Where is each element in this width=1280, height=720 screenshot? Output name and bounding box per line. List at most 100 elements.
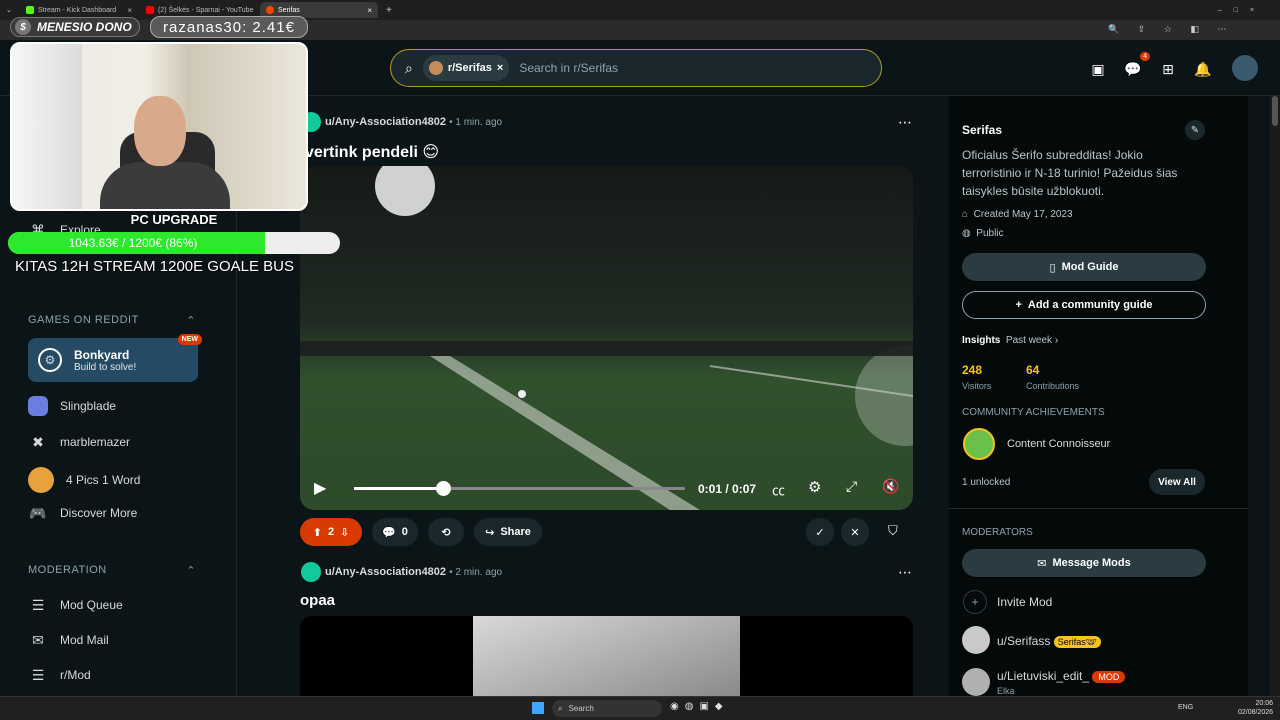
moderators-header: MODERATORS bbox=[962, 527, 1033, 538]
view-all-button[interactable]: View All bbox=[1149, 469, 1205, 495]
sidebar-item-label: Mod Queue bbox=[60, 598, 123, 612]
taskbar-search[interactable]: ⌕ Search bbox=[552, 700, 662, 717]
sidebar-item-rmod[interactable]: ☰ r/Mod bbox=[28, 665, 91, 685]
shield-icon[interactable]: ⛉ bbox=[888, 523, 898, 539]
play-button[interactable]: ▶ bbox=[314, 478, 326, 498]
notif-badge: 4 bbox=[1140, 52, 1150, 61]
edit-icon[interactable]: ✎ bbox=[1185, 120, 1205, 140]
mod-guide-button[interactable]: ▯ Mod Guide bbox=[962, 253, 1206, 281]
approve-button[interactable]: ✓ bbox=[806, 518, 834, 546]
settings-icon[interactable]: ⚙ bbox=[808, 478, 821, 496]
dollar-icon: $ bbox=[15, 19, 31, 35]
windows-start-icon[interactable] bbox=[532, 702, 544, 714]
vote-pill[interactable]: ⬆ 2 ⇩ bbox=[300, 518, 362, 546]
sidebar-item-marblemazer[interactable]: ✖ marblemazer bbox=[28, 432, 130, 452]
vote-count: 2 bbox=[327, 526, 335, 538]
gamepad-icon: 🎮 bbox=[29, 504, 47, 521]
add-guide-button[interactable]: + Add a community guide bbox=[962, 291, 1206, 319]
queue-icon: ☰ bbox=[31, 596, 45, 613]
taskbar-clock[interactable]: 20:06 02/08/2026 bbox=[1238, 699, 1273, 717]
fullscreen-icon[interactable]: ⤢ bbox=[846, 478, 857, 495]
downvote-icon[interactable]: ⇩ bbox=[340, 526, 349, 539]
close-icon[interactable]: × bbox=[127, 6, 132, 15]
overlay-label: MENESIO DONO bbox=[37, 20, 132, 34]
create-post-icon[interactable]: ⊞ bbox=[1157, 58, 1179, 80]
captions-icon[interactable]: ㏄ bbox=[772, 480, 785, 499]
close-icon[interactable]: × bbox=[367, 6, 372, 15]
post-author[interactable]: u/Any-Association4802 • 1 min. ago bbox=[325, 116, 502, 128]
contributions-count: 64 bbox=[1026, 363, 1040, 377]
visibility-label: Public bbox=[976, 228, 1004, 239]
post-title[interactable]: opaa bbox=[300, 592, 335, 609]
comments-button[interactable]: 💬 0 bbox=[372, 518, 418, 546]
search-icon: ⌕ bbox=[405, 59, 413, 76]
post-author[interactable]: u/Any-Association4802 • 2 min. ago bbox=[325, 566, 502, 578]
game-title: Bonkyard bbox=[74, 347, 130, 362]
plus-icon: + bbox=[1015, 299, 1022, 311]
invite-mod-button[interactable]: Invite Mod bbox=[997, 595, 1052, 609]
window-controls[interactable]: –□× bbox=[1218, 7, 1266, 14]
button-label: Mod Guide bbox=[1061, 261, 1119, 273]
upvote-icon[interactable]: ⬆ bbox=[313, 526, 322, 539]
share-label: Share bbox=[500, 526, 531, 538]
mod-row[interactable]: u/Lietuviski_edit_ MOD bbox=[997, 669, 1126, 683]
more-options-icon[interactable]: ⋯ bbox=[898, 564, 912, 581]
mod-avatar[interactable] bbox=[962, 626, 990, 654]
progress-fill bbox=[354, 487, 444, 490]
sidebar-item-mod-mail[interactable]: ✉ Mod Mail bbox=[28, 630, 109, 650]
close-icon[interactable]: × bbox=[257, 6, 258, 15]
mod-flair: MOD bbox=[1092, 671, 1126, 683]
chat-icon[interactable]: 💬 4 bbox=[1122, 52, 1150, 80]
mod-avatar[interactable] bbox=[962, 668, 990, 696]
progress-track[interactable] bbox=[354, 481, 685, 496]
message-mods-button[interactable]: ✉ Message Mods bbox=[962, 549, 1206, 577]
search-input[interactable]: Search in r/Serifas bbox=[519, 61, 618, 75]
post-title-text: vertink pendeli bbox=[305, 144, 418, 161]
mute-icon[interactable]: 🔇 bbox=[882, 478, 899, 495]
featured-game-bonkyard[interactable]: ⚙ Bonkyard Build to solve! NEW bbox=[28, 334, 202, 382]
subreddit-chip[interactable]: r/Serifas × bbox=[422, 55, 510, 81]
contributions-label: Contributions bbox=[1026, 381, 1080, 391]
tab-kick[interactable]: Stream - Kick Dashboard × bbox=[20, 2, 138, 18]
close-icon[interactable]: × bbox=[497, 62, 503, 74]
games-section-header[interactable]: GAMES ON REDDIT ⌃ bbox=[28, 314, 196, 327]
stream-ticker: KITAS 12H STREAM 1200E GOALE BUS bbox=[15, 258, 294, 275]
taskbar-apps[interactable]: ◉◍▣◆ bbox=[670, 701, 729, 712]
more-options-icon[interactable]: ⋯ bbox=[898, 114, 912, 131]
crosspost-button[interactable]: ⟲ bbox=[428, 518, 464, 546]
mod-row[interactable]: u/Serifass Serifas🤓 bbox=[997, 634, 1101, 648]
new-tab-button[interactable]: + bbox=[386, 5, 392, 16]
chevron-right-icon: › bbox=[1054, 335, 1059, 346]
webcam-overlay bbox=[10, 42, 308, 211]
share-button[interactable]: ↪ Share bbox=[474, 518, 542, 546]
avatar[interactable] bbox=[1232, 55, 1258, 81]
trophy-icon bbox=[963, 428, 995, 460]
tab-label: Stream - Kick Dashboard bbox=[38, 6, 117, 14]
user-avatar[interactable] bbox=[301, 562, 321, 582]
language-indicator[interactable]: ENG bbox=[1178, 704, 1193, 711]
scrollbar-thumb[interactable] bbox=[1272, 96, 1278, 126]
gear-icon: ⚙ bbox=[38, 348, 62, 372]
browser-toolbar-icons[interactable]: 🔍 ⇪ ☆ ◧ ⋯ bbox=[1108, 24, 1234, 35]
sidebar-item-discover[interactable]: 🎮 Discover More bbox=[28, 503, 137, 523]
remove-button[interactable]: ✕ bbox=[841, 518, 869, 546]
post-time: 2 min. ago bbox=[455, 567, 503, 578]
windows-taskbar: ⌕ Search ◉◍▣◆ ENG 20:06 02/08/2026 bbox=[0, 696, 1280, 720]
game-subtitle: Build to solve! bbox=[74, 361, 137, 373]
sidebar-item-mod-queue[interactable]: ☰ Mod Queue bbox=[28, 595, 123, 615]
community-name: Serifas bbox=[962, 123, 1003, 137]
tab-menu-icon[interactable]: ⌄ bbox=[6, 6, 18, 14]
moderation-section-header[interactable]: MODERATION ⌃ bbox=[28, 564, 196, 577]
section-title: GAMES ON REDDIT bbox=[28, 314, 139, 326]
sidebar-item-slingblade[interactable]: Slingblade bbox=[28, 396, 116, 416]
scrollbar[interactable] bbox=[1270, 96, 1280, 696]
sidebar-item-4pics[interactable]: 4 Pics 1 Word bbox=[28, 467, 140, 493]
video-player[interactable]: ▶ 0:01 / 0:07 ㏄ ⚙ ⤢ 🔇 bbox=[300, 166, 913, 510]
post-media[interactable] bbox=[300, 616, 913, 696]
search-bar[interactable]: ⌕ r/Serifas × Search in r/Serifas bbox=[390, 49, 882, 87]
bell-icon[interactable]: 🔔 bbox=[1192, 58, 1214, 80]
insights-row[interactable]: Insights Past week › bbox=[962, 335, 1058, 346]
ad-icon[interactable]: ▣ bbox=[1087, 58, 1109, 80]
created-date: Created May 17, 2023 bbox=[973, 209, 1073, 220]
post-title[interactable]: vertink pendeli 😊 bbox=[305, 142, 439, 162]
